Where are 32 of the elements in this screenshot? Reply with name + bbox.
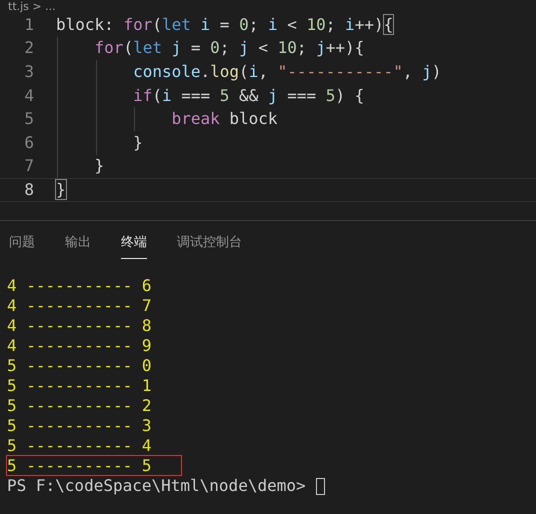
line-number: 3 <box>23 60 35 83</box>
code-line: } <box>56 178 66 201</box>
terminal-line: 5 ----------- 1 <box>6 374 152 396</box>
line-number: 5 <box>23 108 35 130</box>
code-line: for(let j = 0; j < 10; j++){ <box>94 37 364 60</box>
line-number: 8 <box>23 178 35 201</box>
panel-tab[interactable]: 终端 <box>121 232 147 260</box>
breadcrumb[interactable]: tt.js > ... <box>8 0 56 13</box>
panel-tab[interactable]: 调试控制台 <box>177 232 242 260</box>
terminal-line: 4 ----------- 6 <box>6 274 152 296</box>
line-number: 2 <box>23 37 35 60</box>
terminal-prompt: PS F:\codeSpace\Html\node\demo> <box>7 475 306 498</box>
code-line: } <box>132 132 143 154</box>
code-line: console.log(i, "-----------", j) <box>132 60 442 83</box>
terminal-line: 4 ----------- 7 <box>6 294 152 316</box>
code-line: if(i === 5 && j === 5) { <box>132 84 364 107</box>
terminal-cursor <box>316 478 325 495</box>
line-number: 4 <box>23 84 35 107</box>
terminal-line: 5 ----------- 0 <box>6 354 152 376</box>
line-number: 1 <box>23 14 35 36</box>
code-line: } <box>94 155 104 178</box>
line-number: 6 <box>23 132 35 154</box>
panel-tab[interactable]: 输出 <box>65 232 91 260</box>
code-line: break block <box>170 108 278 130</box>
terminal-line: 5 ----------- 3 <box>6 414 152 436</box>
terminal-line: 5 ----------- 2 <box>6 394 152 416</box>
line-number: 7 <box>23 155 35 178</box>
terminal-line: 4 ----------- 9 <box>6 334 152 356</box>
terminal-line: 4 ----------- 8 <box>6 314 152 336</box>
terminal-line: 5 ----------- 4 <box>6 434 152 456</box>
code-line: block: for(let i = 0; i < 10; i++){ <box>56 14 394 36</box>
panel-tab[interactable]: 问题 <box>9 232 35 260</box>
